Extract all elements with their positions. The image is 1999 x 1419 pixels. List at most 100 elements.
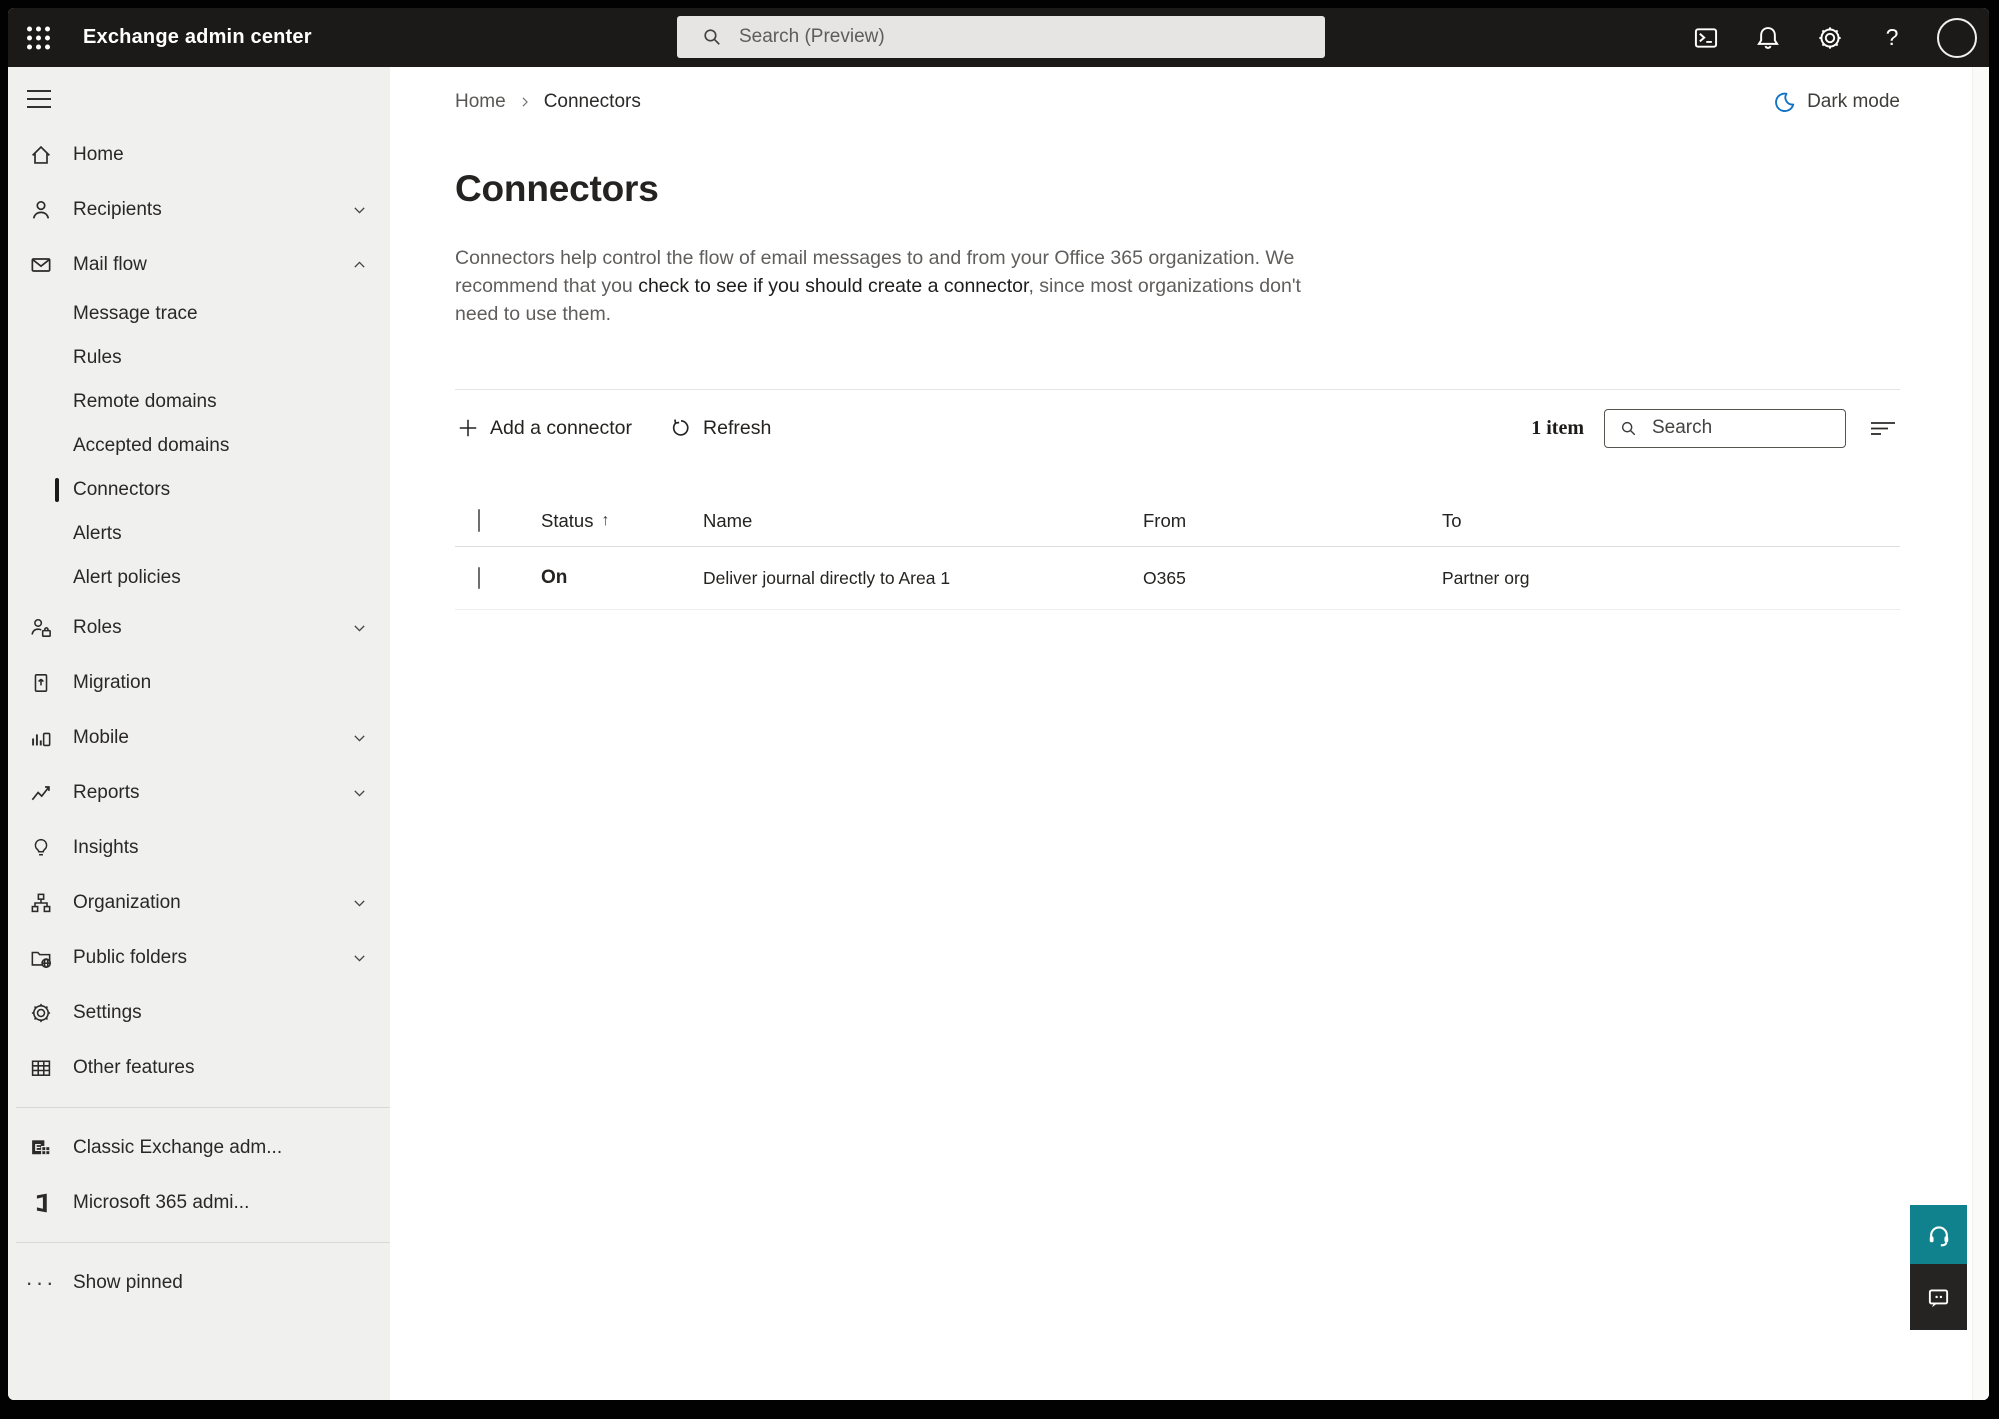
- ellipsis-icon: ···: [25, 1269, 57, 1295]
- chevron-down-icon: [351, 894, 368, 911]
- sidebar-item-label: Migration: [73, 671, 152, 693]
- sidebar-item-insights[interactable]: Insights: [8, 820, 390, 875]
- chevron-down-icon: [351, 729, 368, 746]
- sidebar-item-message-trace[interactable]: Message trace: [8, 292, 390, 336]
- sidebar-item-alerts[interactable]: Alerts: [8, 512, 390, 556]
- sidebar-item-mobile[interactable]: Mobile: [8, 710, 390, 765]
- refresh-icon: [670, 417, 692, 439]
- sidebar-item-label: Accepted domains: [73, 435, 230, 456]
- sidebar-item-label: Mobile: [73, 726, 129, 748]
- mobile-stats-icon: [28, 725, 54, 751]
- help-icon[interactable]: ?: [1875, 21, 1909, 55]
- chevron-up-icon: [351, 256, 368, 273]
- column-header-name[interactable]: Name: [703, 510, 1143, 532]
- column-header-to[interactable]: To: [1442, 510, 1900, 532]
- sidebar-item-label: Alerts: [73, 523, 122, 544]
- sidebar-item-alert-policies[interactable]: Alert policies: [8, 556, 390, 600]
- sidebar-item-roles[interactable]: Roles: [8, 600, 390, 655]
- main-content: Home Connectors Dark mode Connectors Con…: [390, 67, 1989, 1400]
- exchange-logo-icon: E: [28, 1135, 54, 1161]
- help-support-button[interactable]: [1910, 1205, 1967, 1264]
- sidebar-item-label: Settings: [73, 1001, 142, 1023]
- settings-gear-icon: [28, 1000, 54, 1026]
- sidebar-item-label: Connectors: [73, 479, 171, 500]
- sidebar-item-label: Roles: [73, 616, 122, 638]
- sidebar-item-home[interactable]: Home: [8, 127, 390, 182]
- feedback-bubble-icon: [1925, 1284, 1952, 1311]
- sidebar-item-migration[interactable]: Migration: [8, 655, 390, 710]
- description-emphasis-link[interactable]: check to see if you should create a conn…: [638, 275, 1028, 297]
- sidebar-item-mail-flow[interactable]: Mail flow: [8, 237, 390, 292]
- sidebar-item-label: Show pinned: [73, 1271, 183, 1293]
- window-frame: Exchange admin center ?: [0, 0, 1999, 1419]
- sidebar-item-connectors[interactable]: Connectors: [8, 468, 390, 512]
- column-header-status[interactable]: Status: [541, 510, 593, 532]
- add-connector-label: Add a connector: [490, 416, 633, 439]
- sidebar-item-classic-exchange-admin[interactable]: E Classic Exchange adm...: [8, 1120, 390, 1175]
- row-from: O365: [1143, 567, 1186, 588]
- list-search-input[interactable]: [1650, 416, 1824, 440]
- row-checkbox[interactable]: [478, 566, 480, 589]
- breadcrumb-home-link[interactable]: Home: [455, 91, 506, 113]
- reports-chart-icon: [28, 780, 54, 806]
- settings-gear-icon[interactable]: [1813, 21, 1847, 55]
- home-icon: [28, 142, 54, 168]
- notifications-bell-icon[interactable]: [1751, 21, 1785, 55]
- select-all-checkbox[interactable]: [478, 509, 480, 532]
- sort-ascending-icon: ↑: [601, 512, 610, 529]
- list-search-box[interactable]: [1604, 408, 1846, 448]
- person-icon: [28, 197, 54, 223]
- sidebar-item-label: Public folders: [73, 946, 188, 968]
- sidebar-item-settings[interactable]: Settings: [8, 985, 390, 1040]
- breadcrumb-current: Connectors: [543, 91, 641, 112]
- sidebar-item-label: Remote domains: [73, 391, 217, 412]
- sidebar-item-public-folders[interactable]: Public folders: [8, 930, 390, 985]
- sidebar-item-accepted-domains[interactable]: Accepted domains: [8, 424, 390, 468]
- sidebar-item-rules[interactable]: Rules: [8, 336, 390, 380]
- global-search[interactable]: [677, 16, 1325, 58]
- global-search-input[interactable]: [737, 25, 1261, 49]
- sidebar-item-show-pinned[interactable]: ··· Show pinned: [8, 1255, 390, 1310]
- table-row[interactable]: On Deliver journal directly to Area 1 O3…: [455, 547, 1900, 610]
- roles-person-badge-icon: [28, 615, 54, 641]
- folder-globe-icon: [28, 945, 54, 971]
- sidebar-item-label: Classic Exchange adm...: [73, 1136, 283, 1158]
- migration-document-icon: [28, 670, 54, 696]
- powershell-terminal-icon[interactable]: [1689, 21, 1723, 55]
- breadcrumb: Home Connectors: [455, 91, 641, 113]
- dark-mode-toggle[interactable]: Dark mode: [1771, 90, 1900, 115]
- refresh-label: Refresh: [703, 416, 772, 439]
- sidebar-item-label: Microsoft 365 admi...: [73, 1191, 250, 1213]
- app-launcher-icon[interactable]: [27, 26, 50, 49]
- connectors-table: Status ↑ Name From To On Deliver journal…: [455, 496, 1900, 610]
- add-connector-button[interactable]: Add a connector: [455, 411, 642, 446]
- sidebar-item-reports[interactable]: Reports: [8, 765, 390, 820]
- exchange-admin-window: Exchange admin center ?: [8, 8, 1989, 1400]
- dark-mode-label: Dark mode: [1807, 91, 1900, 112]
- hamburger-menu-icon[interactable]: [8, 79, 390, 119]
- sidebar-item-other-features[interactable]: Other features: [8, 1040, 390, 1095]
- sidebar-item-label: Rules: [73, 347, 122, 368]
- sidebar-item-microsoft-365-admin[interactable]: Microsoft 365 admi...: [8, 1175, 390, 1230]
- feedback-button[interactable]: [1910, 1264, 1967, 1330]
- sidebar-item-remote-domains[interactable]: Remote domains: [8, 380, 390, 424]
- sidebar-item-label: Home: [73, 143, 124, 165]
- selected-indicator: [55, 478, 59, 502]
- account-avatar[interactable]: [1937, 17, 1977, 58]
- sidebar-item-organization[interactable]: Organization: [8, 875, 390, 930]
- refresh-button[interactable]: Refresh: [668, 411, 781, 446]
- headset-icon: [1925, 1221, 1953, 1249]
- row-status: On: [541, 567, 568, 588]
- floating-buttons: [1910, 1205, 1967, 1330]
- vertical-scrollbar[interactable]: [1972, 67, 1989, 1400]
- sidebar-divider: [16, 1242, 390, 1243]
- filter-icon[interactable]: [1866, 411, 1900, 445]
- search-icon: [1619, 419, 1638, 438]
- svg-text:E: E: [35, 1143, 42, 1154]
- row-name[interactable]: Deliver journal directly to Area 1: [703, 568, 1143, 589]
- column-header-from[interactable]: From: [1143, 510, 1442, 532]
- sidebar-item-label: Mail flow: [73, 253, 147, 275]
- sidebar-item-label: Alert policies: [73, 567, 181, 588]
- sidebar-item-label: Organization: [73, 891, 181, 913]
- sidebar-item-recipients[interactable]: Recipients: [8, 182, 390, 237]
